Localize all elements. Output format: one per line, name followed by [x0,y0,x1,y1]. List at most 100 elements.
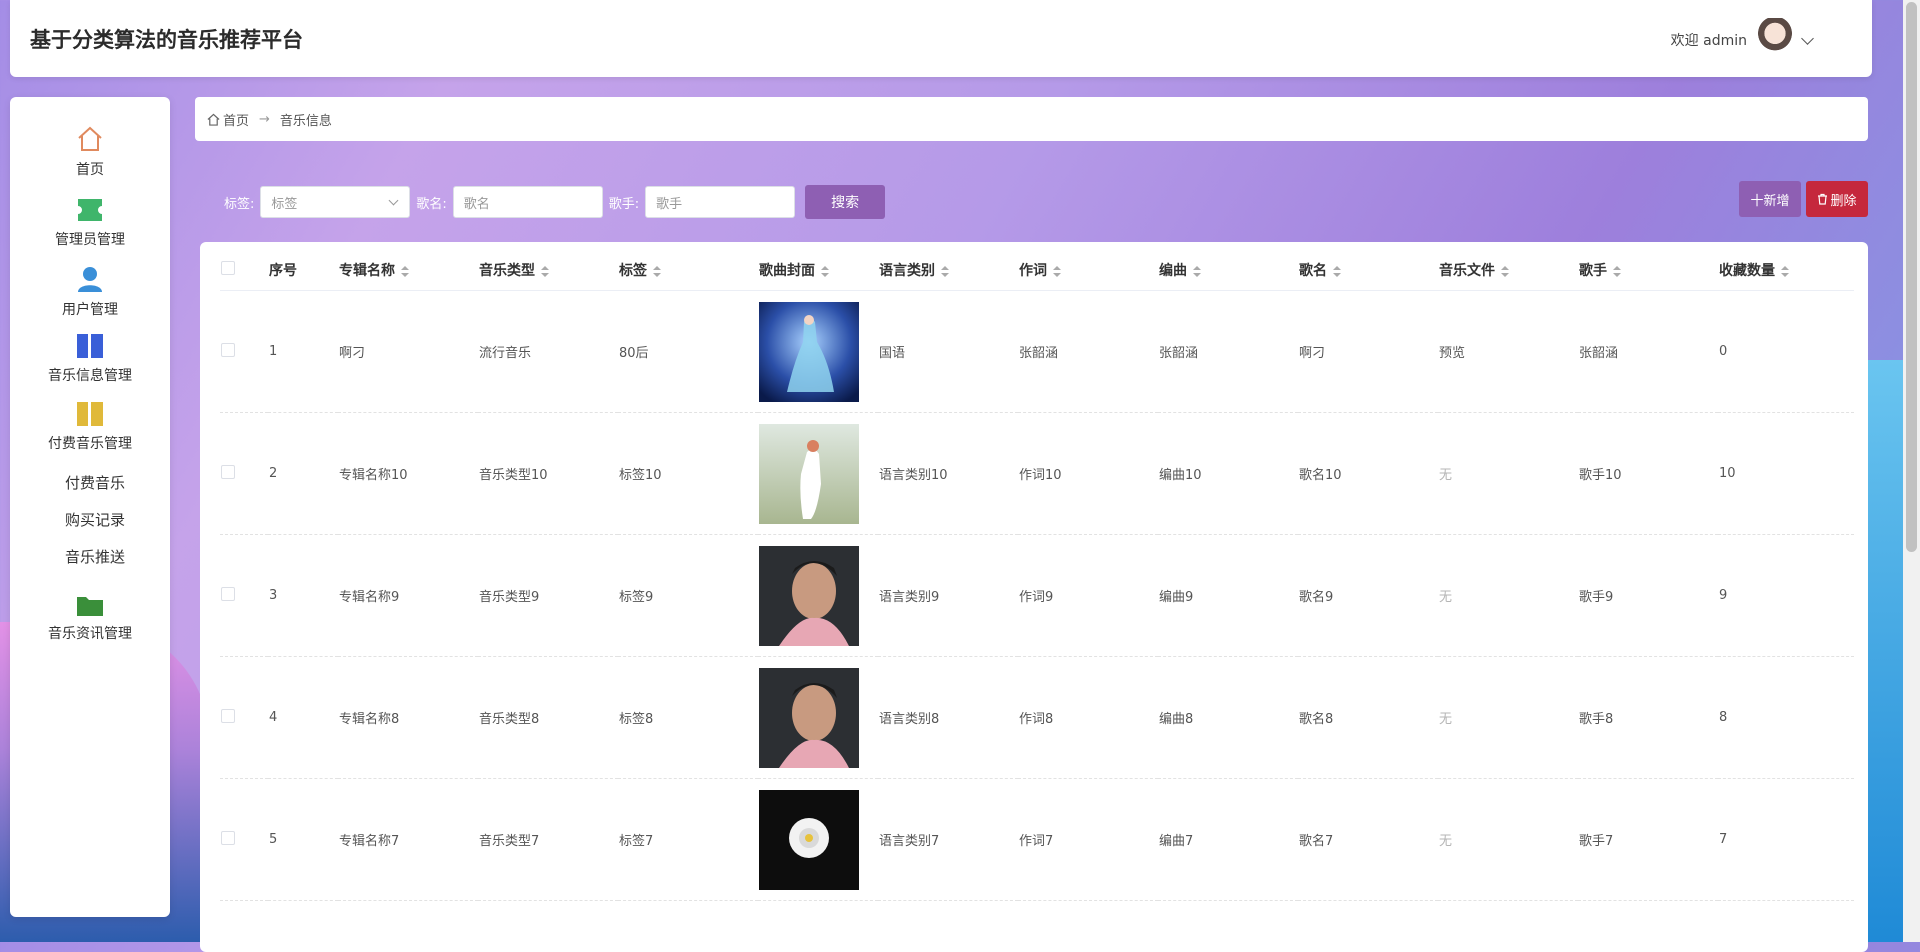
sort-icon[interactable] [1613,265,1621,277]
column-header-song[interactable]: 歌名 [1298,250,1438,291]
sidebar-item-home[interactable]: 首页 [10,125,170,179]
album-cover-image[interactable] [759,789,859,890]
sidebar-item-users[interactable]: 用户管理 [10,265,170,319]
cell-album: 专辑名称9 [338,534,478,657]
column-header-album[interactable]: 专辑名称 [338,250,478,291]
cell-type: 音乐类型9 [478,534,618,657]
cell-singer: 歌手8 [1578,656,1718,779]
scrollbar-thumb[interactable] [1906,2,1917,552]
add-button[interactable]: 十新增 [1739,181,1801,217]
delete-button[interactable]: 删除 [1806,181,1868,217]
song-label: 歌名: [416,196,447,212]
cell-album: 啊刁 [338,290,478,413]
row-checkbox[interactable] [221,586,235,601]
ticket-icon [78,199,102,221]
cell-language: 语言类别8 [878,656,1018,779]
column-header-lyricist[interactable]: 作词 [1018,250,1158,291]
column-header-singer[interactable]: 歌手 [1578,250,1718,291]
column-header-cover[interactable]: 歌曲封面 [758,250,878,291]
cell-lyricist: 作词8 [1018,656,1158,779]
cell-cover [758,778,878,901]
cell-song: 歌名10 [1298,412,1438,535]
cell-no: 4 [268,656,338,779]
singer-input[interactable]: 歌手 [645,186,796,218]
sort-icon[interactable] [1501,265,1509,277]
table-header-row: 序号 专辑名称 音乐类型 标签 歌曲封面 语言类别 作词 编曲 歌名 音乐文件 … [220,250,1854,291]
arrow-right-icon: → [259,111,270,127]
sidebar-item-label: 音乐资讯管理 [48,626,132,642]
column-header-file[interactable]: 音乐文件 [1438,250,1578,291]
album-cover-image[interactable] [759,667,859,768]
sidebar-item-paid-music[interactable]: 付费音乐管理 [10,401,170,453]
preview-link[interactable]: 预览 [1439,346,1465,361]
avatar[interactable] [1755,18,1795,62]
sidebar-subitem-paid-music[interactable]: 付费音乐 [10,472,180,493]
cell-song: 歌名9 [1298,534,1438,657]
breadcrumb: 首页 → 音乐信息 [195,97,1868,141]
cell-arranger: 编曲9 [1158,534,1298,657]
cell-type: 流行音乐 [478,290,618,413]
cell-language: 语言类别7 [878,778,1018,901]
tag-label: 标签: [224,196,255,212]
column-header-type[interactable]: 音乐类型 [478,250,618,291]
cell-lyricist: 作词7 [1018,778,1158,901]
cell-file: 无 [1438,412,1578,535]
table-row: 1 啊刁 流行音乐 80后 国语 张韶涵 张韶涵 啊刁 预览 张韶涵 0 [220,290,1854,413]
cell-singer: 歌手7 [1578,778,1718,901]
column-header-arranger[interactable]: 编曲 [1158,250,1298,291]
album-cover-image[interactable] [759,301,859,402]
cell-type: 音乐类型10 [478,412,618,535]
cell-favorites: 10 [1718,412,1854,535]
cell-file: 预览 [1438,290,1578,413]
folder-icon [77,597,103,616]
sort-icon[interactable] [653,265,661,277]
breadcrumb-current: 音乐信息 [279,113,332,129]
cell-favorites: 9 [1718,534,1854,657]
sort-icon[interactable] [1781,265,1789,277]
row-checkbox[interactable] [221,708,235,723]
sort-icon[interactable] [541,265,549,277]
trash-icon [1818,193,1828,205]
sort-icon[interactable] [821,265,829,277]
cell-cover [758,412,878,535]
user-menu[interactable]: 欢迎 admin [1671,18,1814,62]
sort-icon[interactable] [941,265,949,277]
chevron-down-icon[interactable] [1801,31,1814,45]
cell-favorites: 8 [1718,656,1854,779]
sort-icon[interactable] [1333,265,1341,277]
page-scrollbar[interactable] [1903,0,1920,942]
cell-type: 音乐类型8 [478,656,618,779]
cell-favorites: 7 [1718,778,1854,901]
row-checkbox[interactable] [221,342,235,357]
sidebar-subitem-purchase-records[interactable]: 购买记录 [10,509,180,530]
search-button[interactable]: 搜索 [805,185,886,219]
album-cover-image[interactable] [759,545,859,646]
select-all-checkbox[interactable] [221,261,235,275]
column-header-language[interactable]: 语言类别 [878,250,1018,291]
cell-arranger: 编曲7 [1158,778,1298,901]
song-input[interactable]: 歌名 [452,186,603,218]
sort-icon[interactable] [1193,265,1201,277]
cell-song: 啊刁 [1298,290,1438,413]
tag-select[interactable]: 标签 [260,186,411,218]
sort-icon[interactable] [401,265,409,277]
cell-arranger: 张韶涵 [1158,290,1298,413]
row-checkbox[interactable] [221,830,235,845]
column-header-tag[interactable]: 标签 [618,250,758,291]
sidebar-subitem-music-push[interactable]: 音乐推送 [10,546,180,567]
cell-tag: 标签8 [618,656,758,779]
breadcrumb-home[interactable]: 首页 [207,110,249,129]
columns-icon [77,402,103,426]
sidebar-item-music-news[interactable]: 音乐资讯管理 [10,593,170,643]
top-header: 基于分类算法的音乐推荐平台 欢迎 admin [10,0,1872,77]
album-cover-image[interactable] [759,423,859,524]
sort-icon[interactable] [1053,265,1061,277]
song-input-placeholder: 歌名 [463,196,490,212]
sidebar-item-music-info[interactable]: 音乐信息管理 [10,333,170,385]
column-header-favorites[interactable]: 收藏数量 [1718,250,1854,291]
cell-lyricist: 作词9 [1018,534,1158,657]
cell-no: 1 [268,290,338,413]
music-table-card: 序号 专辑名称 音乐类型 标签 歌曲封面 语言类别 作词 编曲 歌名 音乐文件 … [200,242,1868,952]
sidebar-item-admin[interactable]: 管理员管理 [10,197,170,249]
row-checkbox[interactable] [221,464,235,479]
